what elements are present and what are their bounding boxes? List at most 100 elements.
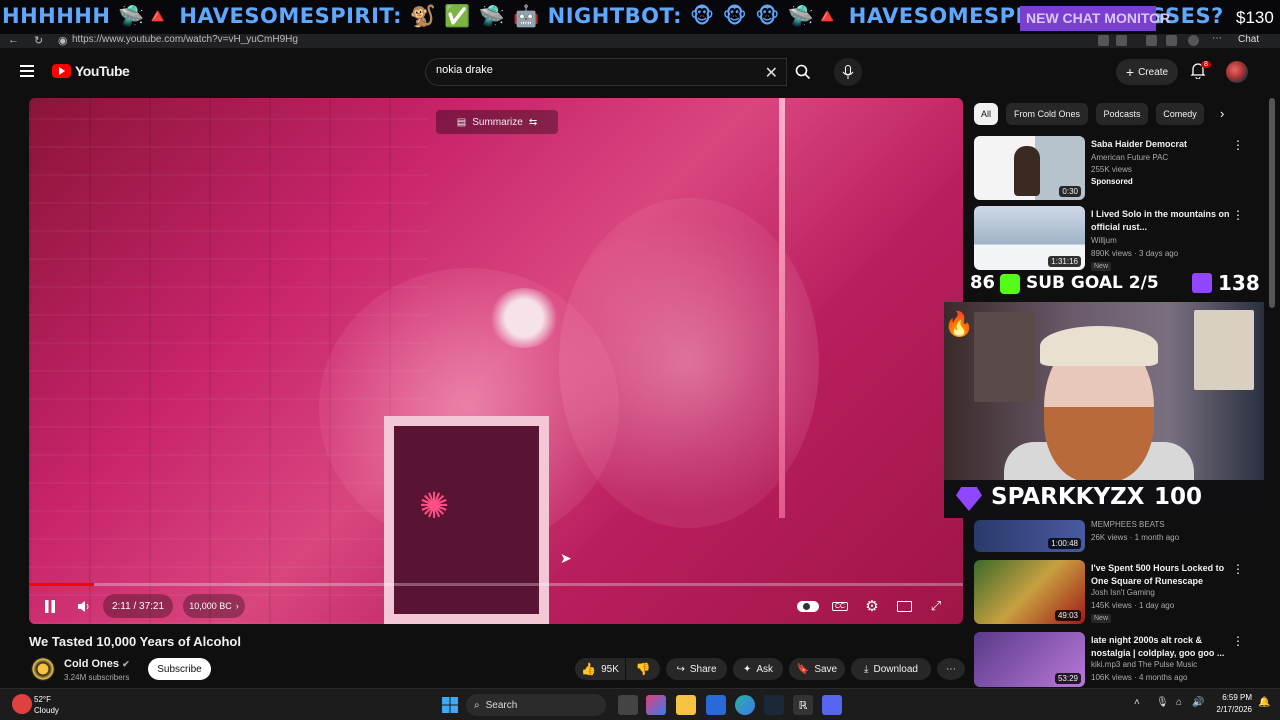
edge-icon[interactable] <box>735 695 755 715</box>
wall-poster <box>974 312 1034 402</box>
rec-title[interactable]: I've Spent 500 Hours Locked to One Squar… <box>1091 562 1231 588</box>
rec-meta: 255K views <box>1091 165 1132 174</box>
create-button[interactable]: + Create <box>1116 59 1178 85</box>
extension-icon[interactable] <box>1146 35 1157 46</box>
site-info-icon[interactable]: ◉ <box>58 34 68 47</box>
chevron-right-icon[interactable]: › <box>1220 106 1224 121</box>
menu-icon[interactable] <box>20 65 34 77</box>
favorites-icon[interactable] <box>1166 35 1177 46</box>
task-view-icon[interactable] <box>618 695 638 715</box>
captions-button[interactable]: CC <box>829 594 851 618</box>
video-thumbnail[interactable]: 0:30 <box>974 136 1085 200</box>
recommendation-item[interactable]: 1:31:16 I Lived Solo in the mountains on… <box>974 206 1274 272</box>
notification-bell-icon[interactable]: 🔔 <box>1258 697 1270 708</box>
search-input[interactable] <box>436 64 746 76</box>
chevron-up-icon[interactable]: ˄ <box>1134 697 1140 708</box>
share-button[interactable]: ↪ Share <box>666 658 727 680</box>
chapter-button[interactable]: 10,000 BC › <box>183 594 245 618</box>
recommendation-item[interactable]: 49:03 I've Spent 500 Hours Locked to One… <box>974 560 1274 626</box>
progress-bar[interactable] <box>29 583 963 586</box>
reload-icon[interactable]: ↻ <box>34 34 43 47</box>
sparkle-icon: ✦ <box>742 663 752 675</box>
channel-avatar[interactable] <box>31 657 55 681</box>
taskbar-search-label: Search <box>485 699 518 711</box>
windows-taskbar: 52°F Cloudy ⌕ Search ℝ ˄ 🎙 ⌂ 🔊 6:59 PM 2… <box>0 688 1280 720</box>
network-icon[interactable]: ⌂ <box>1176 697 1182 708</box>
ticker-badge: NEW CHAT MONITOR <box>1020 6 1170 31</box>
microphone-icon[interactable]: 🎙 <box>1156 697 1169 708</box>
fullscreen-button[interactable]: ⤢ <box>925 594 947 618</box>
channel-name[interactable]: Cold Ones ✔ <box>64 658 130 670</box>
volume-icon[interactable]: 🔊 <box>1192 697 1204 708</box>
sidebar-scrollbar[interactable] <box>1269 98 1275 308</box>
like-button[interactable]: 👍 95K <box>575 658 625 680</box>
rec-meta: 890K views · 3 days ago <box>1091 249 1179 258</box>
share-icon: ↪ <box>676 663 685 675</box>
ask-button[interactable]: ✦ Ask <box>733 658 783 680</box>
chip-comedy[interactable]: Comedy <box>1156 103 1204 125</box>
notes-icon: ▤ <box>456 116 467 128</box>
pause-button[interactable] <box>39 594 61 618</box>
more-actions-button[interactable]: ⋯ <box>937 658 965 680</box>
miniplayer-button[interactable] <box>893 594 915 618</box>
clear-search-icon[interactable]: ✕ <box>765 63 778 83</box>
copilot-chat-button[interactable]: Chat <box>1238 34 1259 45</box>
more-vert-icon[interactable]: ⋮ <box>1232 138 1244 152</box>
save-button[interactable]: 🔖 Save <box>789 658 845 680</box>
rec-channel[interactable]: Josh Isn't Gaming <box>1091 588 1155 597</box>
youtube-logo[interactable]: YouTube <box>52 63 130 79</box>
steam-icon[interactable] <box>764 695 784 715</box>
more-vert-icon[interactable]: ⋮ <box>1232 208 1244 222</box>
chip-from-cold-ones[interactable]: From Cold Ones <box>1006 103 1088 125</box>
weather-icon <box>12 694 32 714</box>
download-button[interactable]: ⤓ Download <box>851 658 931 680</box>
search-button[interactable] <box>788 58 818 86</box>
file-explorer-icon[interactable] <box>676 695 696 715</box>
discord-icon[interactable] <box>822 695 842 715</box>
chip-all[interactable]: All <box>974 103 998 125</box>
rec-title[interactable]: late night 2000s alt rock & nostalgia | … <box>1091 634 1231 660</box>
subscribe-button[interactable]: Subscribe <box>148 658 211 680</box>
more-vert-icon[interactable]: ⋮ <box>1232 562 1244 576</box>
time-display: 2:11 / 37:21 <box>103 594 173 618</box>
recommendation-item[interactable]: 0:30 Saba Haider Democrat American Futur… <box>974 136 1274 202</box>
address-bar[interactable]: https://www.youtube.com/watch?v=vH_yuCmH… <box>72 34 298 45</box>
account-avatar[interactable] <box>1226 61 1248 83</box>
settings-button[interactable]: ⚙ <box>861 594 883 618</box>
player-controls: 2:11 / 37:21 10,000 BC › CC ⚙ ⤢ <box>29 594 963 620</box>
system-clock[interactable]: 6:59 PM 2/17/2026 <box>1210 692 1252 716</box>
start-button[interactable] <box>440 695 460 715</box>
video-thumbnail[interactable]: 1:00:48 <box>974 520 1085 552</box>
extension-icon[interactable] <box>1098 35 1109 46</box>
chip-podcasts[interactable]: Podcasts <box>1096 103 1148 125</box>
video-player[interactable]: ✺ ▤ Summarize ⇆ 2:11 / 37:21 10,000 BC ›… <box>29 98 963 624</box>
voice-search-button[interactable] <box>834 58 862 86</box>
volume-button[interactable] <box>73 594 95 618</box>
app-icon[interactable]: ℝ <box>793 695 813 715</box>
rec-channel[interactable]: kiki.mp3 and The Pulse Music <box>1091 660 1197 669</box>
gear-icon: ⚙ <box>865 598 879 615</box>
autoplay-toggle[interactable] <box>795 594 821 618</box>
profile-icon[interactable] <box>1188 35 1199 46</box>
summarize-button[interactable]: ▤ Summarize ⇆ <box>436 110 558 134</box>
copilot-icon[interactable] <box>646 695 666 715</box>
video-thumbnail[interactable]: 49:03 <box>974 560 1085 624</box>
rec-title[interactable]: I Lived Solo in the mountains on officia… <box>1091 208 1231 234</box>
more-vert-icon[interactable]: ⋮ <box>1232 634 1244 648</box>
taskbar-search[interactable]: ⌕ Search <box>466 694 606 716</box>
wall-poster <box>1194 310 1254 390</box>
back-icon[interactable]: ← <box>8 34 19 46</box>
rec-channel[interactable]: MEMPHEES BEATS <box>1091 520 1165 529</box>
bookmark-icon[interactable] <box>1116 35 1127 46</box>
rec-channel[interactable]: American Future PAC <box>1091 153 1168 162</box>
viewer-count: 86 <box>970 272 996 293</box>
microsoft-store-icon[interactable] <box>706 695 726 715</box>
weather-widget[interactable]: 52°F Cloudy <box>12 692 72 718</box>
video-thumbnail[interactable]: 53:29 <box>974 632 1085 687</box>
rec-title[interactable]: Saba Haider Democrat <box>1091 138 1231 151</box>
rec-channel[interactable]: Willjum <box>1091 236 1117 245</box>
streamer-webcam: 🔥 <box>944 302 1264 480</box>
menu-dots-icon[interactable]: ⋯ <box>1212 33 1223 44</box>
dislike-button[interactable]: 👎 <box>626 658 660 680</box>
video-thumbnail[interactable]: 1:31:16 <box>974 206 1085 270</box>
